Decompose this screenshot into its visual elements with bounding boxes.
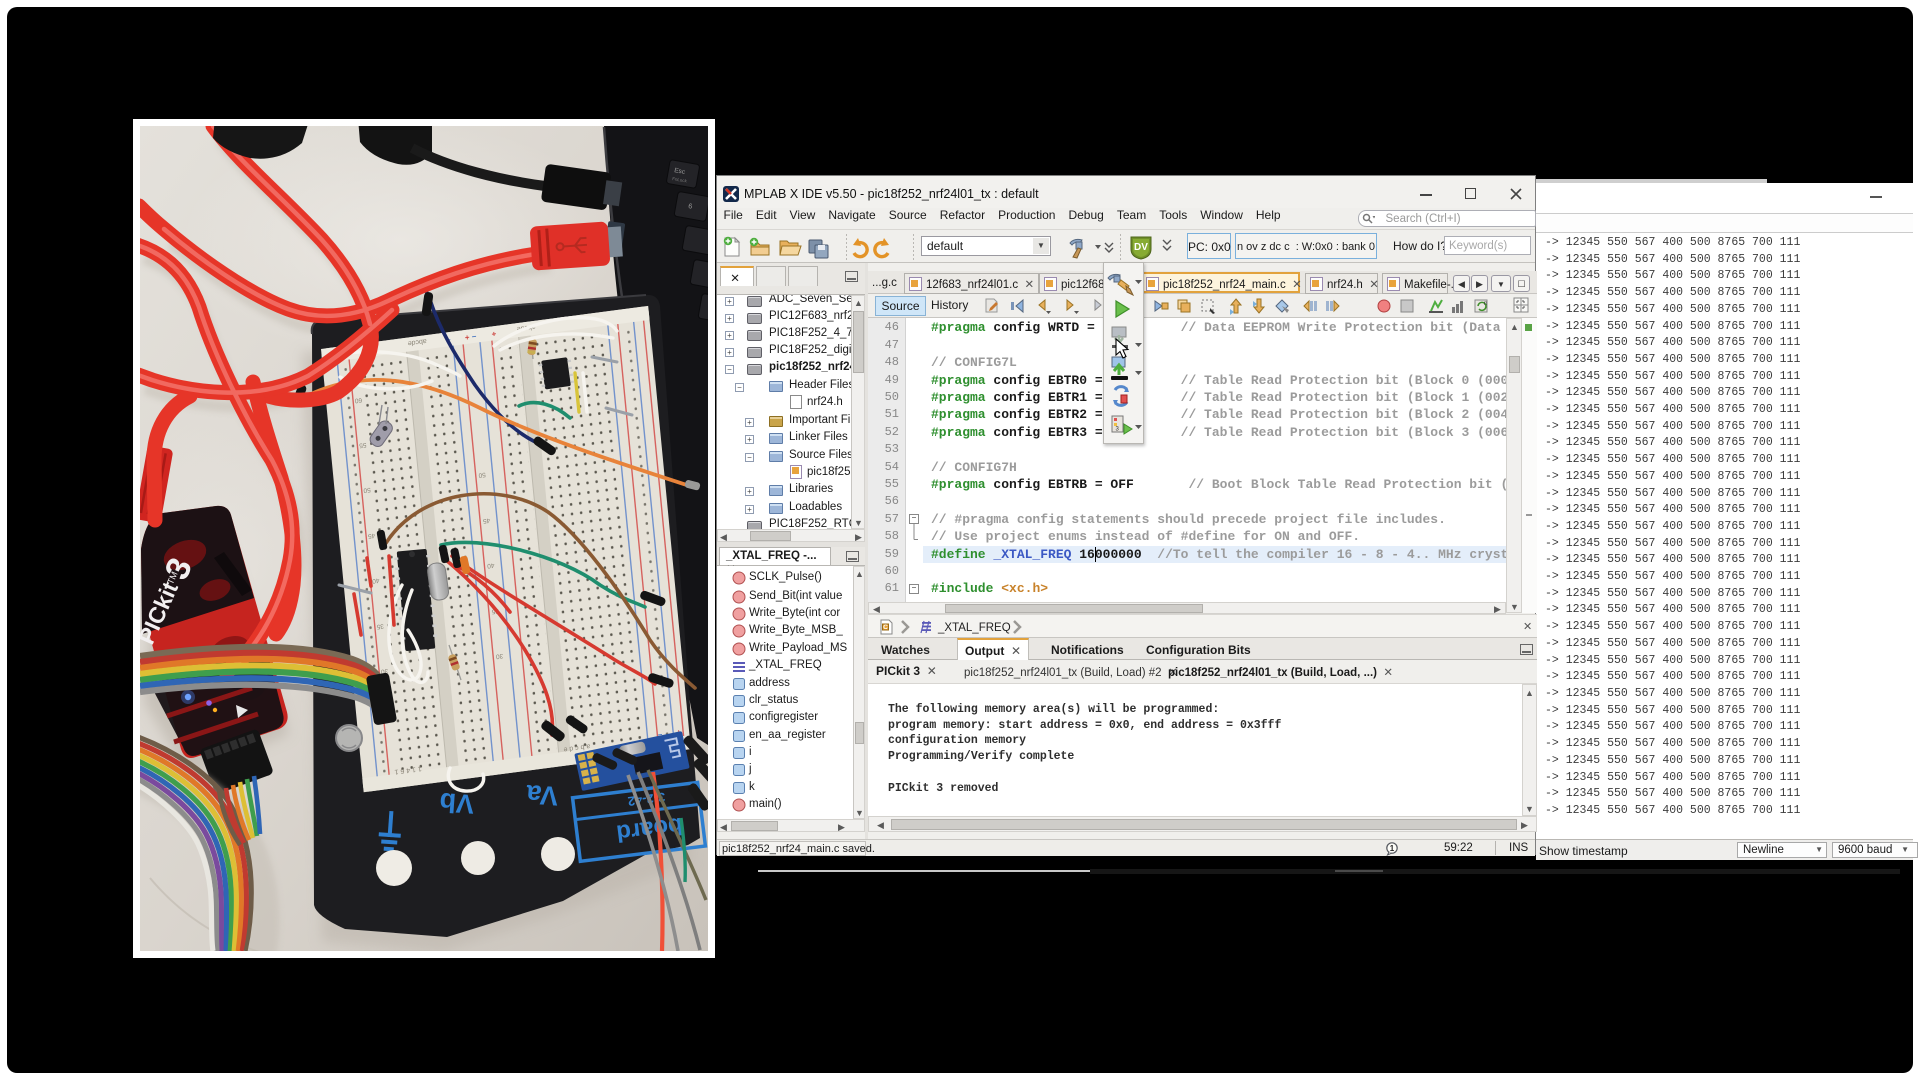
svg-text:_XTAL_FREQ: _XTAL_FREQ (937, 622, 1011, 634)
svg-text:40: 40 (371, 576, 379, 584)
svg-text:DV: DV (1134, 242, 1148, 253)
svg-text:45: 45 (482, 516, 490, 524)
svg-text:30: 30 (495, 652, 503, 660)
svg-text:n: n (1484, 301, 1487, 307)
svg-text:Va: Va (524, 779, 559, 811)
svg-text:60: 60 (354, 396, 362, 404)
svg-text:C: C (883, 624, 888, 631)
svg-text:50: 50 (478, 471, 486, 479)
svg-text:1: 1 (1390, 844, 1395, 853)
svg-text:35: 35 (376, 622, 384, 630)
svg-text:55: 55 (358, 441, 366, 449)
svg-text:45: 45 (367, 532, 375, 540)
svg-text:50: 50 (363, 486, 371, 494)
svg-text:40: 40 (486, 561, 494, 569)
